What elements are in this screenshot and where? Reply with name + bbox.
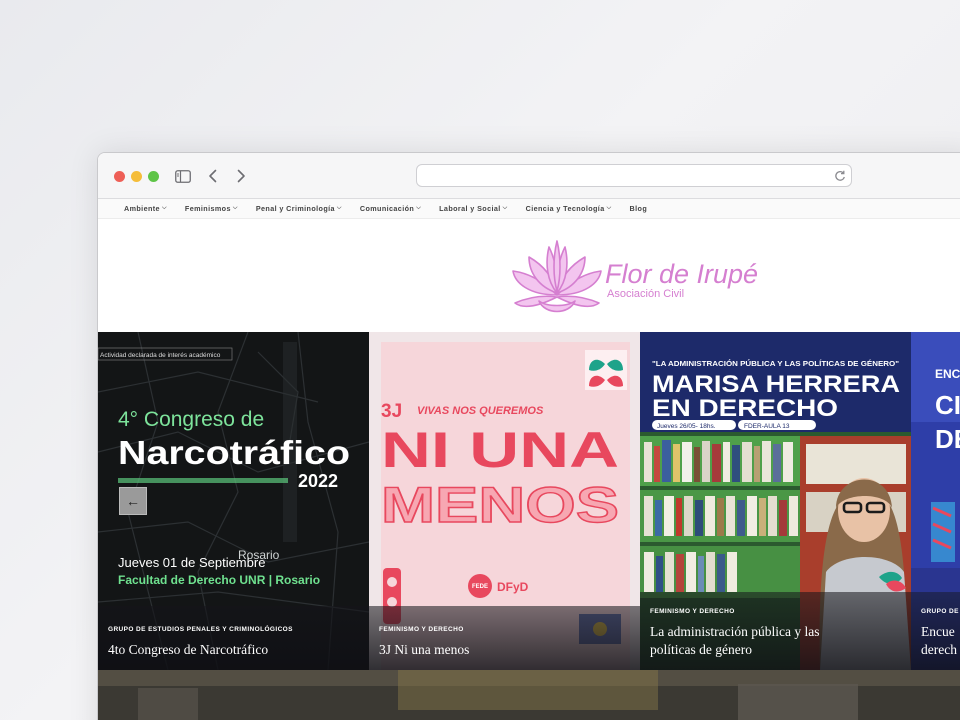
card-title[interactable]: 3J Ni una menos bbox=[379, 641, 469, 658]
card-title-line2[interactable]: derech bbox=[921, 641, 957, 658]
lotus-icon bbox=[512, 240, 602, 313]
poster-date: Jueves 01 de Septiembre bbox=[118, 555, 265, 570]
chevron-down-icon: ⌵ bbox=[502, 205, 508, 211]
poster-line1: NI UNA bbox=[381, 422, 619, 478]
card-caption bbox=[369, 606, 640, 670]
card-title[interactable]: Encue bbox=[921, 623, 955, 640]
url-input[interactable] bbox=[417, 165, 851, 186]
arrow-left-icon: ← bbox=[126, 493, 140, 509]
background-photo-strip bbox=[98, 670, 960, 720]
carousel-card-ni-una-menos[interactable]: 3J VIVAS NOS QUEREMOS NI UNA MENOS FEDE … bbox=[369, 332, 640, 670]
poster-line1: ENC bbox=[935, 367, 960, 381]
carousel-card-congreso[interactable]: Actividad declarada de interés académico… bbox=[98, 332, 369, 670]
logo-subtitle: Asociación Civil bbox=[607, 288, 685, 300]
poster-place: Facultad de Derecho UNR | Rosario bbox=[118, 573, 320, 587]
nav-item-blog[interactable]: Blog bbox=[630, 204, 648, 213]
nav-item-ambiente[interactable]: Ambiente ⌵ bbox=[124, 204, 167, 213]
nav-item-comunicacion[interactable]: Comunicación ⌵ bbox=[360, 204, 421, 213]
poster-tag: 3J bbox=[381, 401, 402, 422]
nav-item-penal[interactable]: Penal y Criminología ⌵ bbox=[256, 204, 342, 213]
poster-line2: CI bbox=[935, 390, 960, 420]
poster-logo1: FEDE bbox=[472, 584, 488, 590]
reload-icon[interactable] bbox=[833, 169, 847, 183]
logo-title: Flor de Irupé bbox=[605, 259, 759, 289]
card-title-line2[interactable]: políticas de género bbox=[650, 641, 752, 658]
poster-line2: Narcotráfico bbox=[118, 434, 350, 471]
back-arrow-icon[interactable] bbox=[201, 165, 223, 187]
poster-logo2: DFyD bbox=[497, 580, 529, 594]
sidebar-toggle-icon[interactable] bbox=[172, 165, 194, 187]
nav-item-ciencia[interactable]: Ciencia y Tecnología ⌵ bbox=[526, 204, 612, 213]
site-logo[interactable]: Flor de Irupé Asociación Civil bbox=[509, 237, 758, 317]
close-window-button[interactable] bbox=[114, 171, 125, 182]
poster-header: "LA ADMINISTRACIÓN PÚBLICA Y LAS POLÍTIC… bbox=[652, 359, 900, 368]
chevron-down-icon: ⌵ bbox=[606, 205, 612, 211]
chevron-down-icon: ⌵ bbox=[336, 205, 342, 211]
zoom-window-button[interactable] bbox=[148, 171, 159, 182]
chevron-down-icon: ⌵ bbox=[416, 205, 422, 211]
card-title[interactable]: La administración pública y las bbox=[650, 623, 819, 640]
site-header: Flor de Irupé Asociación Civil bbox=[98, 219, 960, 331]
poster-line1: 4° Congreso de bbox=[118, 408, 264, 431]
browser-window: Ambiente ⌵ Feminismos ⌵ Penal y Criminolog… bbox=[97, 152, 960, 720]
card-caption bbox=[98, 606, 369, 670]
poster-line1: MARISA HERRERA bbox=[652, 371, 900, 398]
carousel-card-encuentro[interactable]: ENC CI DE GRUPO DE Encue derech bbox=[911, 332, 960, 670]
site-nav: Ambiente ⌵ Feminismos ⌵ Penal y Criminolog… bbox=[98, 199, 960, 219]
nav-item-feminismos[interactable]: Feminismos ⌵ bbox=[185, 204, 238, 213]
poster-sub: VIVAS NOS QUEREMOS bbox=[417, 405, 544, 417]
background-photo bbox=[98, 670, 960, 720]
card-category[interactable]: FEMINISMO Y DERECHO bbox=[379, 626, 464, 633]
minimize-window-button[interactable] bbox=[131, 171, 142, 182]
poster-year: 2022 bbox=[298, 471, 338, 491]
forward-arrow-icon[interactable] bbox=[230, 165, 252, 187]
card-category[interactable]: GRUPO DE ESTUDIOS PENALES Y CRIMINOLÓGIC… bbox=[108, 626, 293, 633]
poster-line2: MENOS bbox=[381, 477, 619, 533]
poster-place: FDER-AULA 13 bbox=[744, 423, 790, 430]
chevron-down-icon: ⌵ bbox=[161, 205, 167, 211]
carousel-prev-button[interactable]: ← bbox=[119, 487, 147, 515]
card-category[interactable]: GRUPO DE bbox=[921, 608, 959, 615]
carousel-card-administracion[interactable]: "LA ADMINISTRACIÓN PÚBLICA Y LAS POLÍTIC… bbox=[640, 332, 911, 670]
browser-toolbar bbox=[98, 153, 960, 199]
chevron-down-icon: ⌵ bbox=[232, 205, 238, 211]
badge-text: Actividad declarada de interés académico bbox=[100, 352, 221, 359]
card-title[interactable]: 4to Congreso de Narcotráfico bbox=[108, 641, 268, 658]
featured-carousel: Actividad declarada de interés académico… bbox=[98, 332, 960, 670]
poster-date: Jueves 26/05- 18hs. bbox=[657, 423, 716, 430]
address-bar[interactable] bbox=[416, 164, 852, 187]
poster-line2: EN DERECHO bbox=[652, 395, 838, 422]
poster-line3: DE bbox=[935, 424, 960, 454]
nav-item-laboral[interactable]: Laboral y Social ⌵ bbox=[439, 204, 507, 213]
card-category[interactable]: FEMINISMO Y DERECHO bbox=[650, 608, 735, 615]
